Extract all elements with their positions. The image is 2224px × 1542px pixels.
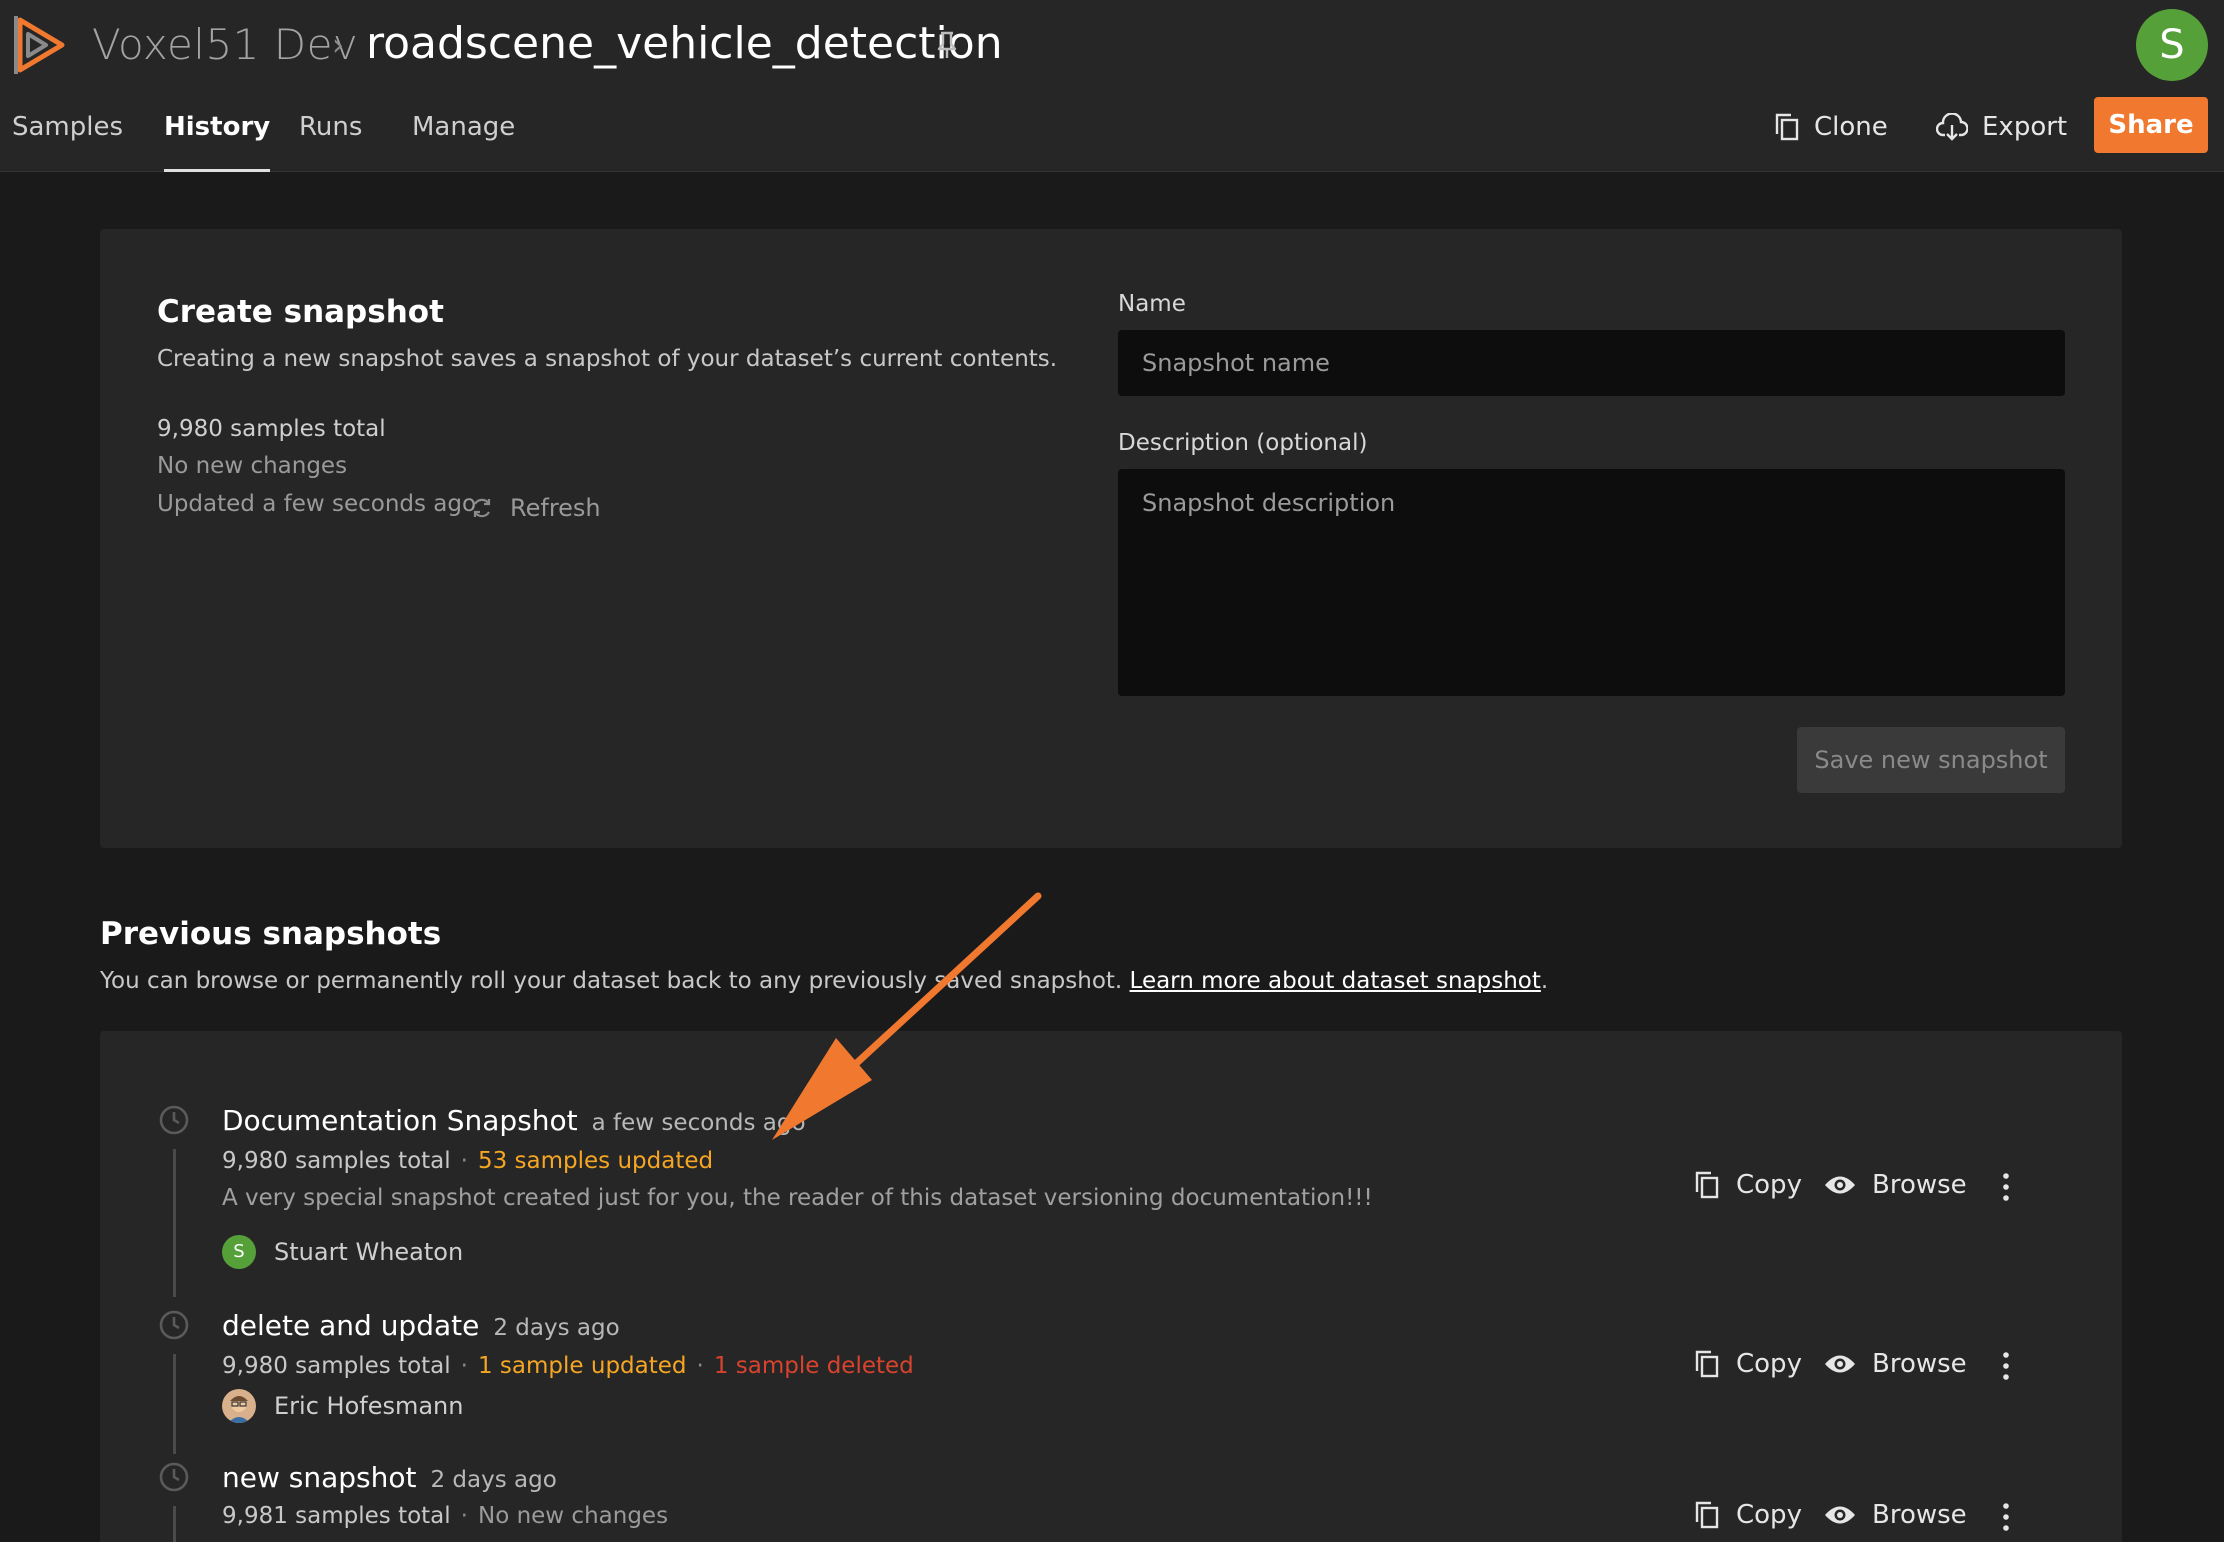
avatar: S	[222, 1235, 256, 1269]
snapshot-row[interactable]: new snapshot 2 days ago	[222, 1461, 557, 1494]
refresh-button[interactable]: Refresh	[470, 494, 601, 522]
snapshot-name: new snapshot	[222, 1461, 417, 1494]
browse-label: Browse	[1872, 1170, 1967, 1200]
clock-icon	[159, 1105, 189, 1135]
snapshot-author: S Stuart Wheaton	[222, 1235, 463, 1269]
browse-button[interactable]: Browse	[1824, 1500, 1967, 1530]
browse-label: Browse	[1872, 1500, 1967, 1530]
snapshot-time: 2 days ago	[430, 1467, 557, 1493]
more-options-icon[interactable]	[1999, 1172, 2013, 1202]
updated-timestamp: Updated a few seconds ago	[157, 491, 477, 517]
create-snapshot-description: Creating a new snapshot saves a snapshot…	[157, 346, 1058, 372]
more-options-icon[interactable]	[1999, 1351, 2013, 1381]
avatar	[222, 1389, 256, 1423]
browse-button[interactable]: Browse	[1824, 1170, 1967, 1200]
link-suffix: .	[1540, 968, 1549, 994]
clone-label: Clone	[1814, 112, 1888, 142]
timeline-connector	[173, 1354, 176, 1454]
copy-button[interactable]: Copy	[1694, 1170, 1802, 1200]
user-avatar[interactable]: S	[2136, 9, 2208, 81]
snapshot-author: Eric Hofesmann	[222, 1389, 463, 1423]
clock-icon	[159, 1462, 189, 1492]
samples-updated: 53 samples updated	[477, 1148, 714, 1174]
snapshot-description-input[interactable]	[1118, 469, 2065, 696]
copy-button[interactable]: Copy	[1694, 1349, 1802, 1379]
more-options-icon[interactable]	[1999, 1502, 2013, 1532]
name-label: Name	[1118, 291, 1186, 317]
description-label: Description (optional)	[1118, 430, 1368, 456]
changes-status: No new changes	[157, 453, 348, 479]
copy-icon	[1775, 113, 1799, 141]
samples-deleted: 1 sample deleted	[713, 1353, 914, 1379]
copy-label: Copy	[1736, 1349, 1802, 1379]
samples-updated: 1 sample updated	[477, 1353, 687, 1379]
tab-history[interactable]: History	[164, 104, 271, 172]
refresh-icon	[473, 498, 491, 518]
clone-button[interactable]: Clone	[1774, 104, 1888, 150]
samples-total: 9,980 samples total	[222, 1353, 451, 1379]
org-breadcrumb[interactable]: Voxel51 Dev	[92, 20, 358, 69]
tab-manage[interactable]: Manage	[412, 104, 515, 172]
pin-icon[interactable]	[934, 30, 960, 60]
browse-button[interactable]: Browse	[1824, 1349, 1967, 1379]
snapshot-name: Documentation Snapshot	[222, 1104, 578, 1137]
snapshot-row[interactable]: Documentation Snapshot a few seconds ago	[222, 1104, 806, 1137]
eye-icon	[1825, 1355, 1855, 1373]
eye-icon	[1825, 1506, 1855, 1524]
copy-button[interactable]: Copy	[1694, 1500, 1802, 1530]
author-name: Stuart Wheaton	[274, 1238, 464, 1266]
save-snapshot-button[interactable]: Save new snapshot	[1797, 727, 2065, 793]
export-label: Export	[1982, 112, 2068, 142]
tab-runs[interactable]: Runs	[299, 104, 362, 172]
refresh-label: Refresh	[510, 494, 601, 522]
dataset-title: roadscene_vehicle_detection	[366, 18, 1003, 69]
changes-status: No new changes	[477, 1503, 669, 1529]
eye-icon	[1825, 1176, 1855, 1194]
snapshot-stats: 9,980 samples total · 1 sample updated · 1 s…	[222, 1353, 914, 1379]
copy-label: Copy	[1736, 1170, 1802, 1200]
snapshot-stats: 9,980 samples total · 53 samples updated	[222, 1148, 714, 1174]
export-button[interactable]: Export	[1936, 104, 2067, 150]
previous-snapshots-title: Previous snapshots	[100, 916, 442, 952]
copy-icon	[1695, 1501, 1719, 1529]
author-name: Eric Hofesmann	[274, 1392, 464, 1420]
cloud-download-icon	[1936, 113, 1968, 141]
annotation-arrow-icon	[772, 892, 1042, 1140]
copy-icon	[1695, 1171, 1719, 1199]
copy-icon	[1695, 1350, 1719, 1378]
clock-icon	[159, 1310, 189, 1340]
samples-total: 9,980 samples total	[222, 1148, 451, 1174]
share-button[interactable]: Share	[2094, 97, 2208, 153]
learn-more-link[interactable]: Learn more about dataset snapshot	[1130, 968, 1541, 994]
samples-total: 9,980 samples total	[157, 416, 386, 442]
snapshot-description: A very special snapshot created just for…	[222, 1185, 1373, 1211]
chevron-right-icon: ›	[332, 28, 344, 63]
snapshot-stats: 9,981 samples total · No new changes	[222, 1503, 669, 1529]
snapshot-name-input[interactable]	[1118, 330, 2065, 396]
tab-samples[interactable]: Samples	[12, 104, 123, 172]
copy-label: Copy	[1736, 1500, 1802, 1530]
browse-label: Browse	[1872, 1349, 1967, 1379]
create-snapshot-title: Create snapshot	[157, 294, 444, 330]
snapshot-row[interactable]: delete and update 2 days ago	[222, 1309, 620, 1342]
snapshot-name: delete and update	[222, 1309, 480, 1342]
samples-total: 9,981 samples total	[222, 1503, 451, 1529]
voxel51-logo-icon[interactable]	[14, 14, 68, 76]
timeline-connector	[173, 1506, 176, 1542]
timeline-connector	[173, 1149, 176, 1297]
snapshot-time: 2 days ago	[493, 1315, 620, 1341]
